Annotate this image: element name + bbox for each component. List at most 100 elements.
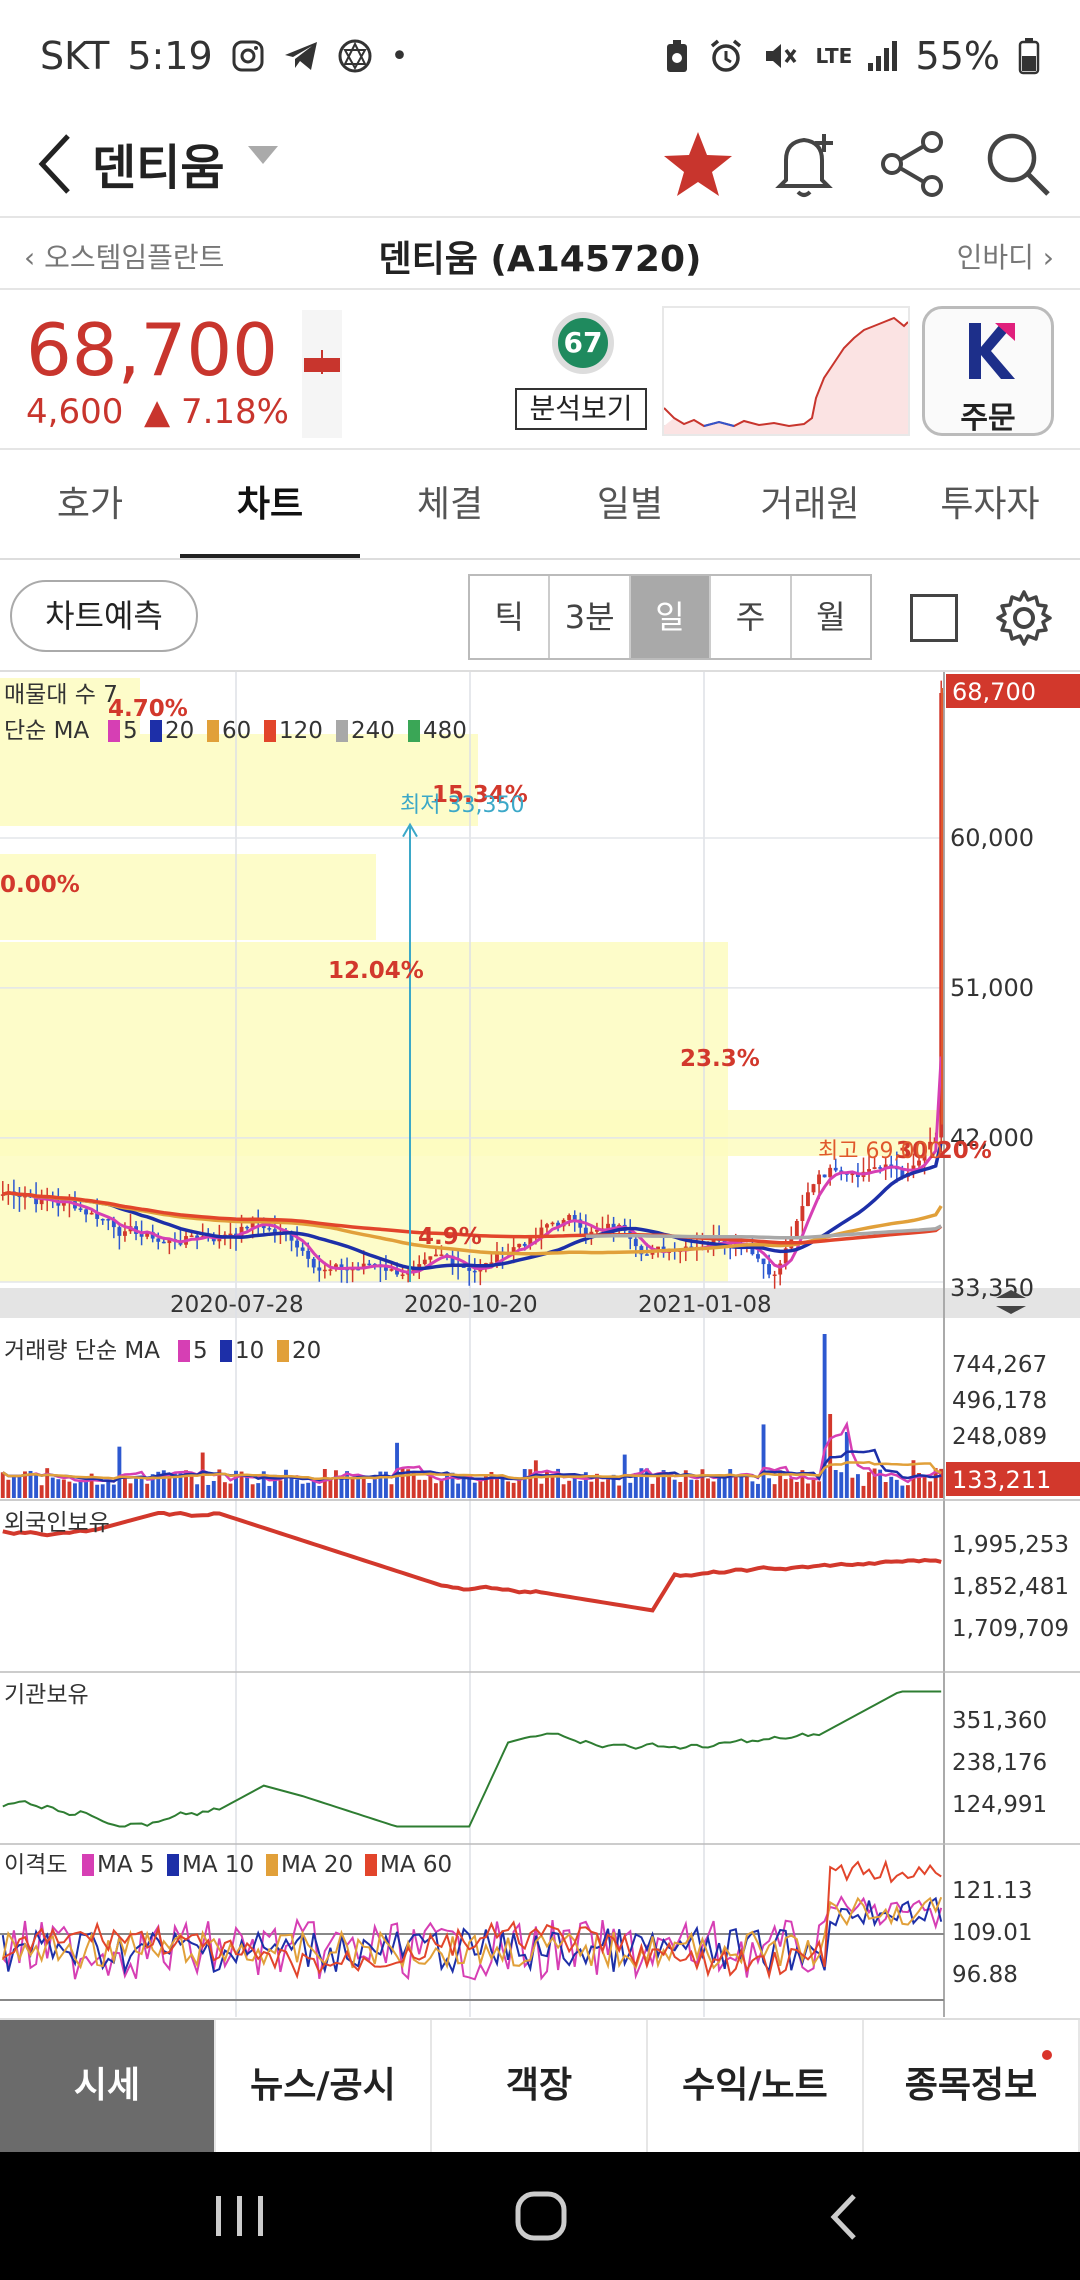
candle-body [545, 1224, 549, 1228]
volume-bar [744, 1475, 749, 1498]
tab-daily[interactable]: 일별 [540, 452, 720, 558]
volume-bar [761, 1424, 766, 1498]
chart-svg[interactable]: 60,00051,00042,00033,35068,700매물대 수 7단순 … [0, 672, 1080, 2017]
candle-body [756, 1254, 760, 1259]
volume-profile-pct: 23.3% [680, 1046, 760, 1072]
share-icon[interactable] [870, 122, 954, 206]
tab-trades[interactable]: 체결 [360, 452, 540, 558]
recent-apps-icon[interactable] [210, 2192, 270, 2240]
volume-bar [500, 1478, 505, 1498]
candle-body [433, 1254, 438, 1257]
volume-bar [806, 1483, 810, 1498]
mute-icon [765, 44, 796, 68]
volume-legend-swatch [220, 1340, 232, 1362]
volume-bar [306, 1482, 311, 1498]
volume-bar [472, 1482, 477, 1498]
volume-bar [106, 1480, 111, 1498]
fullscreen-toggle-icon[interactable] [910, 594, 958, 642]
volume-bar [295, 1479, 300, 1498]
tab-brokers[interactable]: 거래원 [720, 452, 900, 558]
date-tick-label: 2020-07-28 [170, 1292, 304, 1318]
star-icon[interactable] [656, 122, 740, 206]
candle-body [817, 1174, 822, 1185]
back-arrow-icon[interactable] [28, 124, 88, 204]
tab-investors[interactable]: 투자자 [900, 452, 1080, 558]
add-alarm-bell-icon[interactable] [764, 122, 848, 206]
volume-bar [56, 1479, 61, 1498]
period-week[interactable]: 주 [711, 576, 792, 658]
stock-title[interactable]: 덴티움 [92, 128, 224, 198]
volume-bar [84, 1479, 89, 1498]
volume-bar [817, 1481, 822, 1498]
order-label: 주문 [960, 401, 1016, 436]
disparity-panel-title: 이격도 [4, 1852, 67, 1878]
bottom-nav-quote[interactable]: 시세 [0, 2020, 216, 2152]
chart-predict-button[interactable]: 차트예측 [10, 580, 198, 652]
candle-body [828, 1167, 833, 1178]
volume-bar [767, 1478, 772, 1498]
next-stock-link[interactable]: 인바디 › [957, 236, 1054, 276]
volume-profile-band [0, 1110, 944, 1156]
candle-body [122, 1231, 127, 1236]
search-icon[interactable] [976, 122, 1060, 206]
volume-bar [411, 1472, 416, 1498]
volume-bar [461, 1476, 466, 1498]
intraday-sparkline[interactable] [662, 306, 910, 436]
bottom-nav-stock-info[interactable]: 종목정보 [864, 2020, 1080, 2152]
candle-body [472, 1270, 477, 1273]
date-axis-strip [0, 1288, 1080, 1318]
volume-bar [694, 1480, 699, 1498]
bottom-nav-news[interactable]: 뉴스/공시 [216, 2020, 432, 2152]
foreign-holdings-line [2, 1510, 942, 1613]
volume-bar [783, 1479, 788, 1498]
gear-icon[interactable] [994, 588, 1054, 648]
volume-bar [417, 1479, 422, 1498]
candle-body [322, 1269, 327, 1272]
volume-bar [644, 1468, 649, 1498]
volume-bar [506, 1481, 511, 1498]
institution-tick-label: 238,176 [952, 1750, 1047, 1776]
volume-bar [789, 1477, 794, 1498]
system-nav-bar [0, 2152, 1080, 2280]
volume-bar [73, 1483, 77, 1498]
back-nav-icon[interactable] [824, 2192, 864, 2242]
tab-chart[interactable]: 차트 [180, 452, 360, 558]
volume-profile-title: 매물대 수 7 [4, 682, 118, 708]
price-tick-label: 60,000 [950, 824, 1034, 852]
ma-legend-swatch [408, 720, 420, 742]
volume-bar [122, 1476, 127, 1498]
volume-bar [95, 1484, 100, 1498]
foreign-tick-label: 1,852,481 [952, 1574, 1069, 1600]
period-tick[interactable]: 틱 [470, 576, 551, 658]
tab-orderbook[interactable]: 호가 [0, 452, 180, 558]
bottom-nav-community[interactable]: 객장 [432, 2020, 648, 2152]
volume-panel-title: 거래량 단순 MA [4, 1338, 160, 1364]
bottom-nav-profit-note[interactable]: 수익/노트 [648, 2020, 864, 2152]
order-button[interactable]: 주문 [922, 306, 1054, 436]
period-month[interactable]: 월 [792, 576, 870, 658]
current-price: 68,700 [26, 308, 278, 392]
home-icon[interactable] [512, 2188, 572, 2244]
volume-bar [711, 1481, 716, 1498]
chevron-down-icon[interactable] [248, 146, 278, 166]
volume-bar [134, 1476, 138, 1498]
volume-bar [67, 1481, 72, 1498]
volume-legend-label: 5 [193, 1338, 208, 1364]
volume-bar [750, 1481, 755, 1498]
volume-bar [833, 1470, 838, 1498]
volume-bar [922, 1476, 927, 1498]
analysis-score[interactable]: 67 [552, 312, 614, 374]
volume-bar [589, 1481, 594, 1498]
analysis-button[interactable]: 분석보기 [515, 388, 647, 430]
candle-body [772, 1274, 777, 1277]
chart-controls: 차트예측 틱 3분 일 주 월 [0, 560, 1080, 672]
period-3min[interactable]: 3분 [550, 576, 631, 658]
volume-bar [861, 1485, 866, 1498]
volume-bar [617, 1485, 622, 1498]
status-bar: SKT 5:19 • LTE 55% [0, 0, 1080, 112]
volume-bar [844, 1432, 849, 1498]
volume-bar [561, 1484, 566, 1498]
period-day[interactable]: 일 [630, 576, 712, 658]
chart-area[interactable]: 60,000 51,000 42,000 33,350 68,700 매물대 수 7 단순 … [0, 672, 1080, 2017]
institution-tick-label: 124,991 [952, 1792, 1047, 1818]
